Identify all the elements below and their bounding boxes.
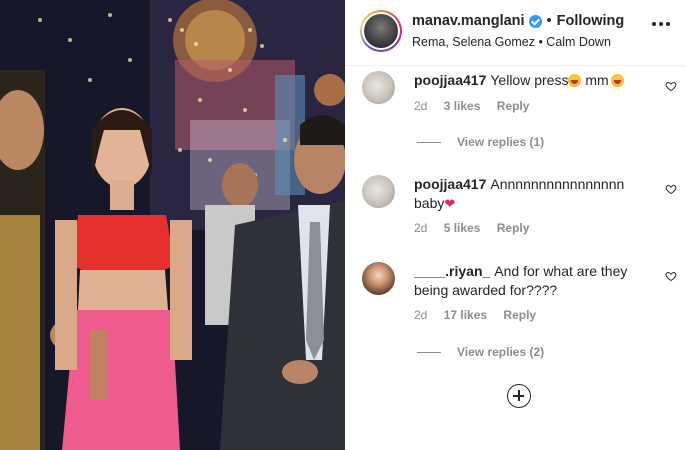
- comment-content-tail: mm: [581, 72, 609, 88]
- replies-divider: [417, 351, 441, 353]
- reply-button[interactable]: Reply: [497, 99, 530, 113]
- heart-outline-icon[interactable]: [665, 270, 677, 282]
- plus-circle-icon[interactable]: [507, 384, 531, 408]
- comment-likes[interactable]: 5 likes: [444, 221, 481, 235]
- view-replies-label: View replies (2): [457, 345, 545, 359]
- video-frame: [0, 0, 345, 450]
- reply-button[interactable]: Reply: [497, 221, 530, 235]
- view-replies-button[interactable]: View replies (2): [417, 345, 544, 359]
- comment-text: ____.riyan_ And for what are they being a…: [414, 262, 649, 300]
- red-heart-emoji-icon: ❤: [444, 196, 456, 211]
- comment-likes[interactable]: 3 likes: [444, 99, 481, 113]
- separator-dot: •: [546, 13, 552, 29]
- post-video[interactable]: [0, 0, 345, 450]
- more-horizontal-icon[interactable]: [652, 22, 670, 26]
- replies-divider: [417, 141, 441, 143]
- comment-meta: 2d 17 likes Reply: [414, 308, 549, 322]
- view-replies-label: View replies (1): [457, 135, 545, 149]
- comment-time: 2d: [414, 99, 428, 113]
- heart-outline-icon[interactable]: [665, 183, 677, 195]
- comment-time: 2d: [414, 221, 428, 235]
- post-header: manav.manglani • Following Rema, Selena …: [345, 0, 686, 66]
- verified-badge-icon: [528, 14, 542, 28]
- author-avatar: [364, 14, 398, 48]
- commenter-avatar[interactable]: [362, 262, 395, 295]
- reply-button[interactable]: Reply: [503, 308, 536, 322]
- comment-likes[interactable]: 17 likes: [444, 308, 487, 322]
- comment-meta: 2d 3 likes Reply: [414, 99, 542, 113]
- commenter-username[interactable]: poojjaa417: [414, 176, 486, 192]
- heart-outline-icon[interactable]: [665, 80, 677, 92]
- author-avatar-story-ring[interactable]: [360, 10, 402, 52]
- comment-meta: 2d 5 likes Reply: [414, 221, 542, 235]
- commenter-username[interactable]: ____.riyan_: [414, 263, 490, 279]
- view-replies-button[interactable]: View replies (1): [417, 135, 544, 149]
- commenter-avatar[interactable]: [362, 71, 395, 104]
- comments-list: poojjaa417 Yellow press mm 2d 3 likes Rep…: [345, 66, 686, 450]
- post-details-panel: manav.manglani • Following Rema, Selena …: [345, 0, 686, 450]
- audio-track[interactable]: Rema, Selena Gomez • Calm Down: [412, 35, 611, 49]
- author-username[interactable]: manav.manglani: [412, 13, 525, 29]
- laughing-emoji-icon: [568, 74, 582, 87]
- laughing-emoji-icon: [610, 74, 624, 87]
- comment-text: poojjaa417 Yellow press mm: [414, 71, 649, 90]
- comment-text: poojjaa417 Annnnnnnnnnnnnnnn baby❤: [414, 175, 649, 213]
- author-line: manav.manglani • Following: [412, 13, 624, 29]
- commenter-avatar[interactable]: [362, 175, 395, 208]
- following-button[interactable]: Following: [557, 13, 625, 29]
- comment-time: 2d: [414, 308, 428, 322]
- commenter-username[interactable]: poojjaa417: [414, 72, 486, 88]
- comment-content: Yellow press: [490, 72, 569, 88]
